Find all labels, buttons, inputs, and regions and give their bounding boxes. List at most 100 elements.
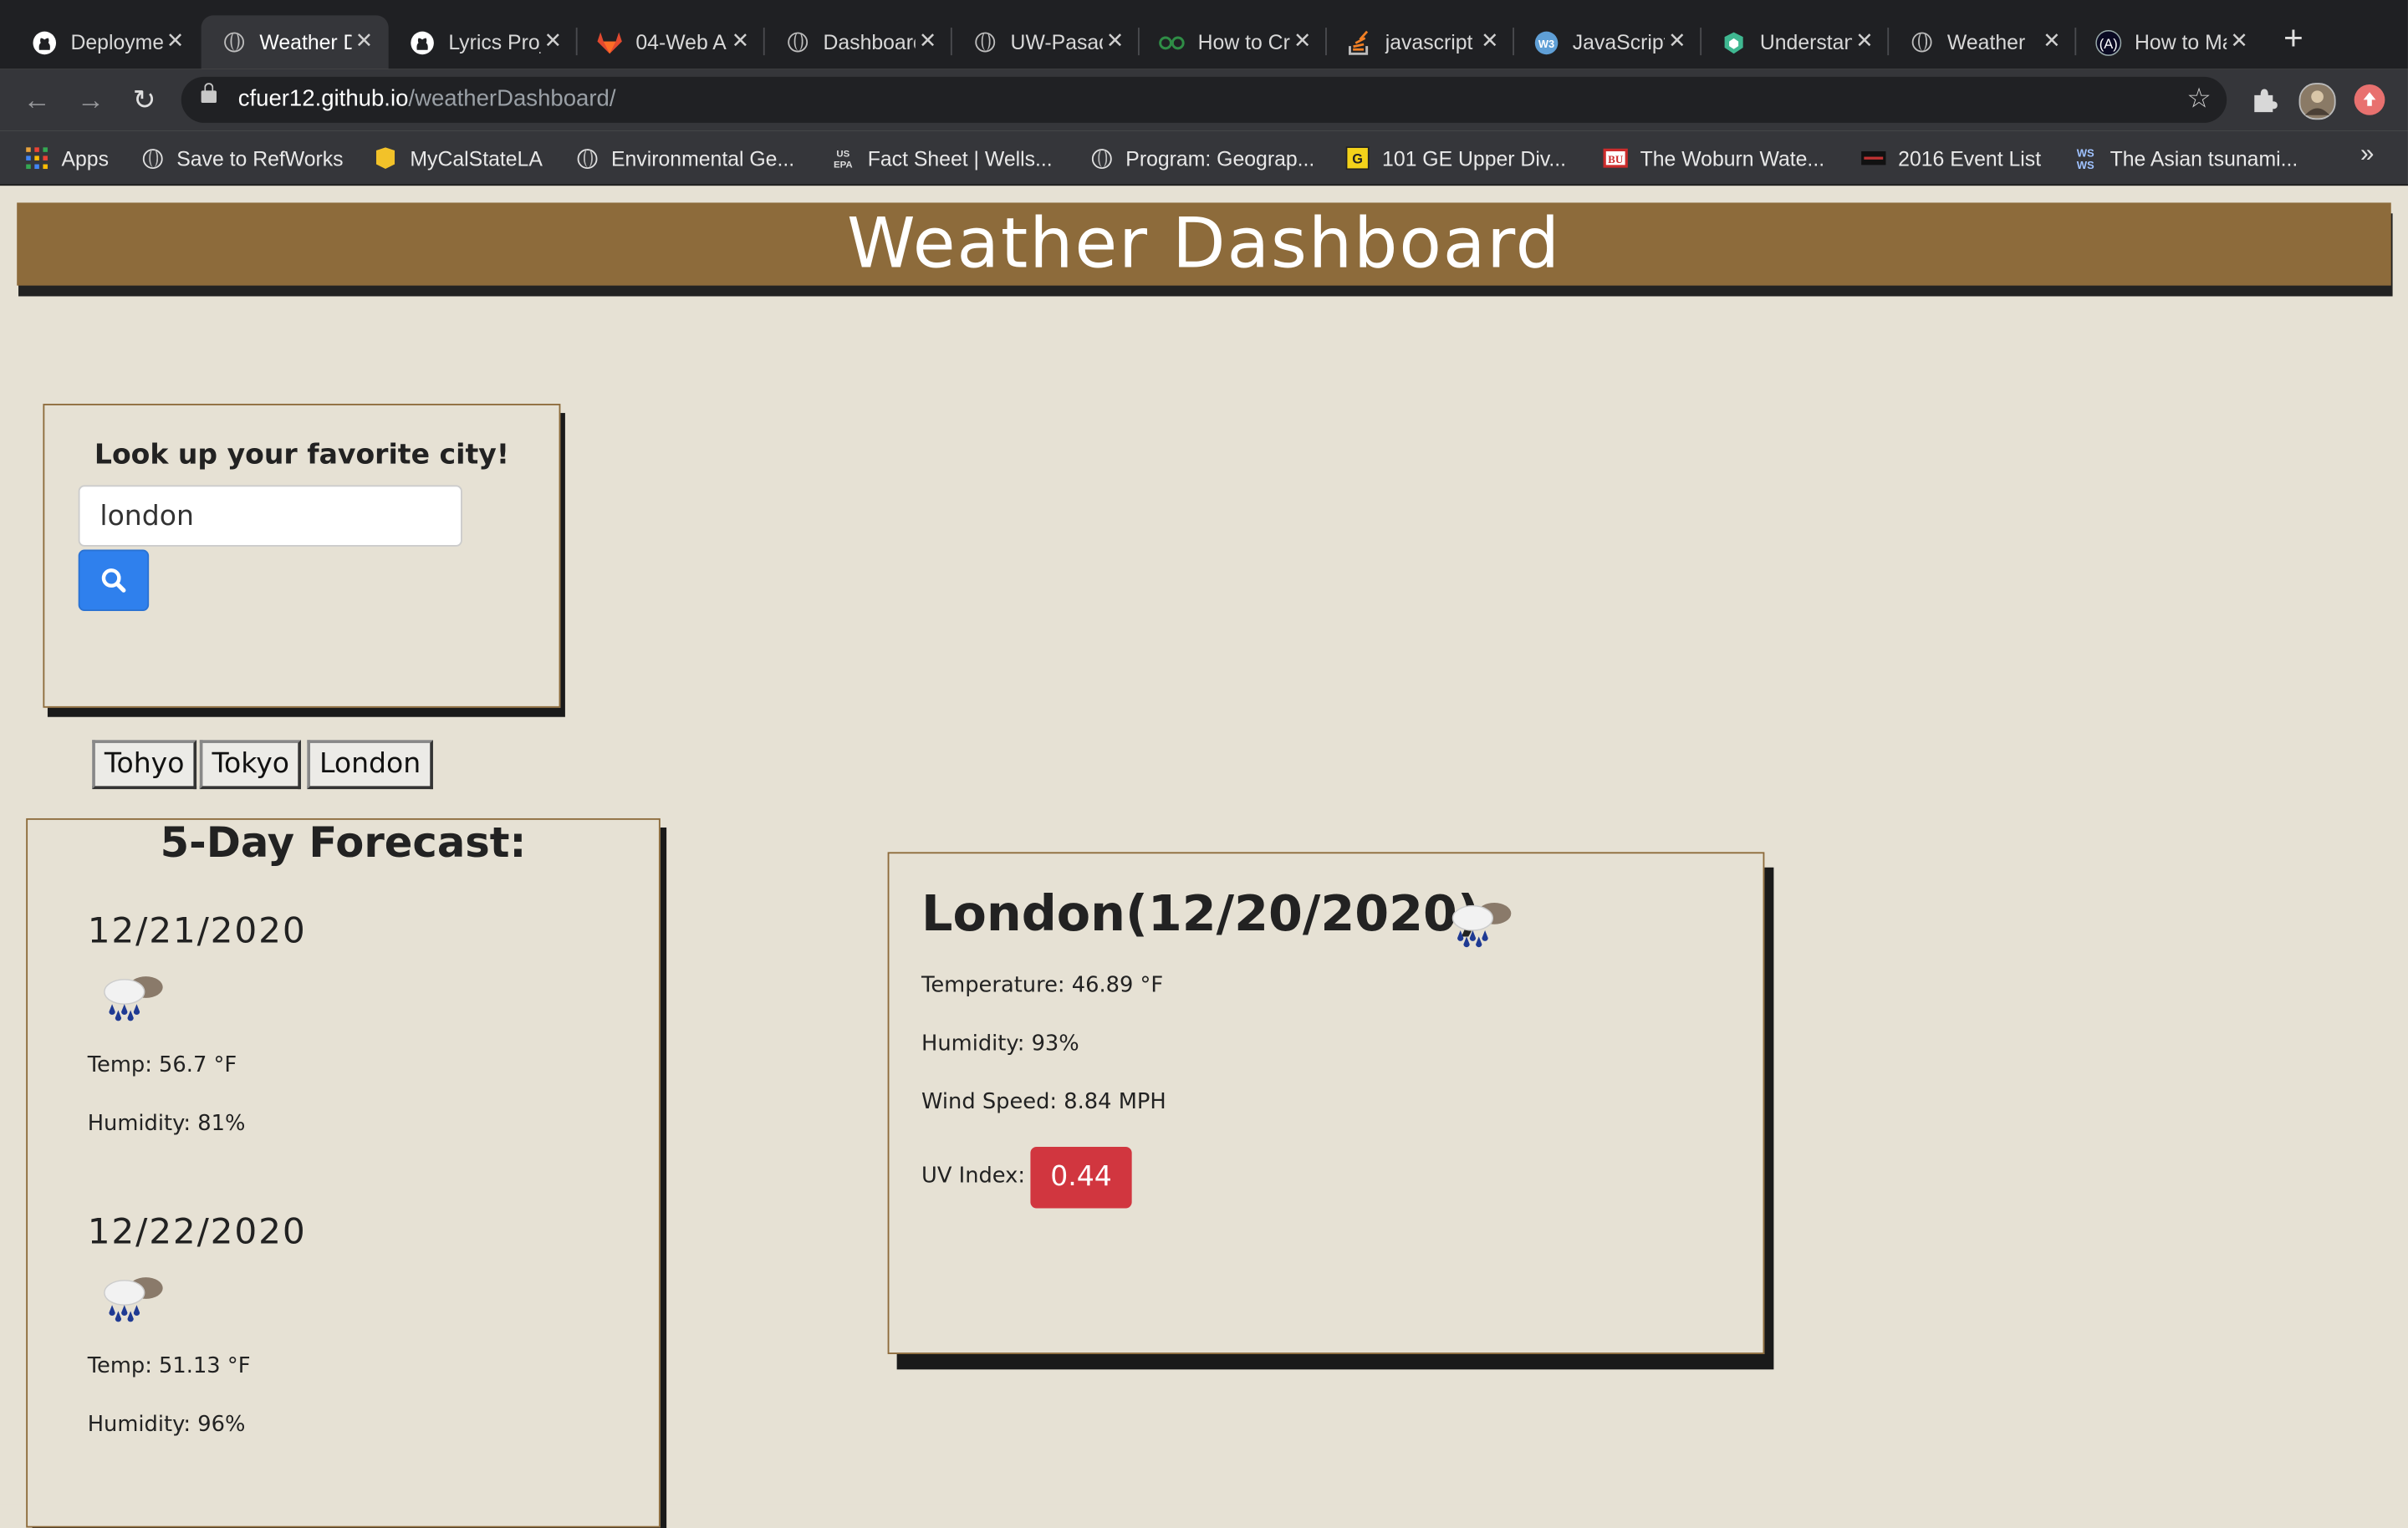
close-icon[interactable]: ✕ <box>166 28 185 53</box>
forecast-date: 12/21/2020 <box>87 911 307 952</box>
history-button-tokyo[interactable]: Tokyo <box>199 740 302 790</box>
new-tab-button[interactable]: + <box>2283 21 2303 55</box>
rain-cloud-icon <box>97 970 167 1031</box>
svg-text:EPA: EPA <box>834 160 853 171</box>
tab-how-to-create[interactable]: How to Create ✕ <box>1140 15 1327 69</box>
svg-text:W3: W3 <box>1538 37 1554 49</box>
globe-icon <box>1089 145 1113 170</box>
event-icon <box>1861 145 1886 170</box>
bookmark-2016-event-list[interactable]: 2016 Event List <box>1861 145 2041 172</box>
bookmark-apps[interactable]: Apps <box>24 145 109 172</box>
bu-icon: BU <box>1603 145 1628 170</box>
globe-icon <box>574 145 599 170</box>
geeksforgeeks-icon <box>1158 28 1186 56</box>
current-city-date: London(12/20/2020) <box>921 884 1480 943</box>
bookmark-mycalstatela[interactable]: MyCalStateLA <box>373 145 543 172</box>
tab-deployment[interactable]: Deployment ✕ <box>13 15 200 69</box>
svg-text:US: US <box>836 150 849 160</box>
close-icon[interactable]: ✕ <box>355 28 374 53</box>
forecast-humidity: Humidity: 81% <box>87 1111 246 1137</box>
close-icon[interactable]: ✕ <box>732 28 750 53</box>
tab-uw-pasadena[interactable]: UW-Pasadena ✕ <box>952 15 1140 69</box>
close-icon[interactable]: ✕ <box>1106 28 1125 53</box>
ge-icon: G <box>1345 145 1370 171</box>
browser-toolbar: ← → ↻ cfuer12.github.io/weatherDashboard… <box>0 69 2408 131</box>
back-arrow-icon[interactable]: ← <box>18 81 55 118</box>
forecast-card: 5-Day Forecast: 12/21/2020 Temp: 56.7 °F… <box>26 817 661 1528</box>
globe-icon <box>971 28 998 56</box>
tab-understanding[interactable]: Understanding ✕ <box>1701 15 1889 69</box>
bookmark-environmental[interactable]: Environmental Ge... <box>574 145 794 172</box>
forecast-temp: Temp: 56.7 °F <box>87 1052 237 1078</box>
tab-lyrics-project[interactable]: Lyrics Project ✕ <box>390 15 578 69</box>
github-icon <box>409 28 436 56</box>
city-search-input[interactable] <box>78 485 462 547</box>
globe-icon <box>220 28 247 56</box>
apps-grid-icon <box>24 145 48 170</box>
bookmark-101-ge[interactable]: G 101 GE Upper Div... <box>1345 145 1566 172</box>
globe-icon <box>140 145 164 170</box>
svg-text:WS: WS <box>2077 159 2094 171</box>
current-temperature: Temperature: 46.89 °F <box>921 973 1164 998</box>
tab-javascript-so[interactable]: javascript ✕ <box>1327 15 1514 69</box>
tab-javascript-w3[interactable]: W3 JavaScript ✕ <box>1514 15 1701 69</box>
close-icon[interactable]: ✕ <box>1668 28 1686 53</box>
search-icon <box>80 567 148 594</box>
bookmarks-bar: Apps Save to RefWorks MyCalStateLA Envir… <box>0 130 2408 186</box>
bookmark-program-geography[interactable]: Program: Geograp... <box>1089 145 1314 172</box>
gitlab-icon <box>596 28 624 56</box>
page-body: Weather Dashboard Look up your favorite … <box>0 186 2408 1528</box>
url-text[interactable]: cfuer12.github.io/weatherDashboard/ <box>238 86 616 112</box>
dev-icon: (A) <box>2094 28 2122 56</box>
close-icon[interactable]: ✕ <box>919 28 937 53</box>
tab-dashboard[interactable]: Dashboard ✕ <box>765 15 952 69</box>
profile-avatar[interactable] <box>2298 83 2336 120</box>
close-icon[interactable]: ✕ <box>544 28 563 53</box>
page-header: Weather Dashboard <box>17 202 2391 286</box>
tab-weather-dashboard[interactable]: Weather Dashboard ✕ <box>201 15 389 69</box>
browser-tab-bar: Deployment ✕ Weather Dashboard ✕ Lyrics … <box>0 0 2408 69</box>
bookmark-asian-tsunami[interactable]: WS WS The Asian tsunami... <box>2074 145 2298 172</box>
lock-icon <box>201 83 217 104</box>
tab-web-apis[interactable]: 04-Web APIs ✕ <box>578 15 765 69</box>
globe-icon <box>1907 28 1935 56</box>
bookmark-woburn-water[interactable]: BU The Woburn Wate... <box>1603 145 1824 172</box>
shield-icon <box>1720 28 1747 56</box>
current-humidity: Humidity: 93% <box>921 1031 1079 1057</box>
close-icon[interactable]: ✕ <box>1293 28 1312 53</box>
close-icon[interactable]: ✕ <box>2043 28 2061 53</box>
tab-weather[interactable]: Weather ✕ <box>1889 15 2076 69</box>
current-weather-card: London(12/20/2020) Temperature: 46.89 °F… <box>887 852 1765 1354</box>
rain-cloud-icon <box>97 1271 167 1332</box>
close-icon[interactable]: ✕ <box>1855 28 1874 53</box>
current-wind-speed: Wind Speed: 8.84 MPH <box>921 1090 1166 1115</box>
search-button[interactable] <box>78 549 150 612</box>
github-icon <box>31 28 59 56</box>
svg-text:BU: BU <box>1608 153 1624 166</box>
page-title: Weather Dashboard <box>846 202 1561 284</box>
ws-icon: WS WS <box>2074 145 2098 172</box>
svg-text:G: G <box>1352 152 1363 167</box>
search-heading: Look up your favorite city! <box>94 439 509 471</box>
stackoverflow-icon <box>1345 28 1373 56</box>
bookmark-fact-sheet[interactable]: US EPA Fact Sheet | Wells... <box>831 145 1053 172</box>
forecast-humidity: Humidity: 96% <box>87 1412 246 1438</box>
tab-how-to-make[interactable]: (A) How to Make ✕ <box>2076 15 2263 69</box>
history-button-tohyo[interactable]: Tohyo <box>92 740 197 790</box>
address-bar[interactable]: cfuer12.github.io/weatherDashboard/ ☆ <box>181 76 2227 123</box>
forecast-day: 12/21/2020 Temp: 56.7 °F Humidity: 81% <box>87 911 594 1136</box>
rain-cloud-icon <box>1445 897 1515 957</box>
reload-icon[interactable]: ↻ <box>126 81 163 118</box>
close-icon[interactable]: ✕ <box>1481 28 1499 53</box>
bookmark-star-icon[interactable]: ☆ <box>2186 83 2212 115</box>
bookmarks-overflow-icon[interactable]: » <box>2360 141 2374 169</box>
forward-arrow-icon[interactable]: → <box>72 81 109 118</box>
uv-index-label: UV Index: <box>921 1164 1026 1189</box>
history-button-london[interactable]: London <box>307 740 433 790</box>
account-sync-icon[interactable] <box>2354 84 2385 115</box>
url-domain: cfuer12.github.io <box>237 85 409 113</box>
svg-text:WS: WS <box>2077 147 2094 160</box>
bookmark-refworks[interactable]: Save to RefWorks <box>140 145 344 172</box>
extensions-puzzle-icon[interactable] <box>2247 83 2280 116</box>
close-icon[interactable]: ✕ <box>2230 28 2248 53</box>
